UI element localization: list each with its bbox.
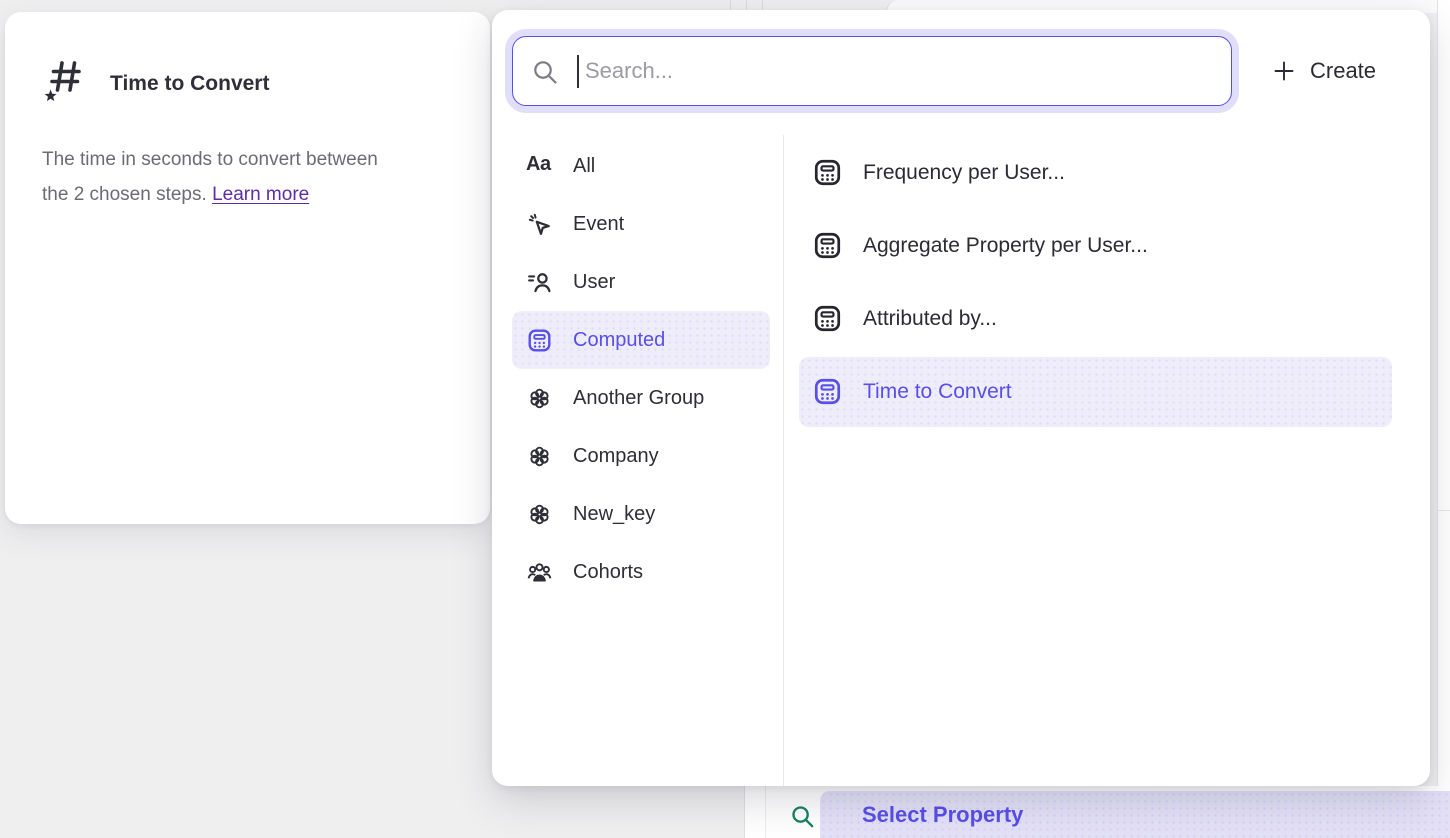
property-item-aggregate-property-per-user[interactable]: Aggregate Property per User... — [799, 209, 1392, 282]
property-list: Frequency per User... Aggregate Property … — [799, 136, 1392, 428]
category-item-label: User — [573, 271, 615, 294]
category-item-label: Cohorts — [573, 561, 643, 584]
plus-icon — [1272, 59, 1296, 83]
list-divider — [783, 135, 784, 786]
category-item-event[interactable]: Event — [512, 195, 770, 253]
category-item-label: New_key — [573, 503, 655, 526]
user-icon — [526, 269, 553, 296]
background-card-divider — [1437, 510, 1450, 511]
tooltip-title: Time to Convert — [110, 72, 269, 96]
category-item-cohorts[interactable]: Cohorts — [512, 543, 770, 601]
search-icon-green — [789, 803, 816, 830]
create-button[interactable]: Create — [1258, 48, 1390, 94]
numeric-hash-icon — [42, 54, 88, 104]
calculator-icon — [812, 230, 843, 261]
select-property-button[interactable]: Select Property — [820, 791, 1450, 838]
search-box — [512, 36, 1232, 106]
property-item-label: Attributed by... — [863, 307, 997, 331]
category-item-label: All — [573, 155, 595, 178]
property-item-label: Aggregate Property per User... — [863, 234, 1148, 258]
property-item-label: Frequency per User... — [863, 161, 1065, 185]
calculator-icon — [812, 157, 843, 188]
search-icon — [531, 58, 559, 86]
category-item-computed[interactable]: Computed — [512, 311, 770, 369]
category-item-all[interactable]: Aa All — [512, 137, 770, 195]
learn-more-link[interactable]: Learn more — [212, 184, 309, 205]
category-item-new-key[interactable]: New_key — [512, 485, 770, 543]
property-tooltip-card: Time to Convert The time in seconds to c… — [5, 12, 490, 524]
calculator-icon — [526, 327, 553, 354]
calculator-icon — [812, 376, 843, 407]
text-aa-icon: Aa — [526, 153, 553, 180]
category-item-label: Event — [573, 213, 624, 236]
select-property-label: Select Property — [862, 802, 1023, 828]
property-picker-dropdown: Create Aa All Event User Computed Another Gro… — [492, 10, 1430, 786]
category-item-label: Company — [573, 445, 659, 468]
category-item-label: Another Group — [573, 387, 704, 410]
create-button-label: Create — [1310, 58, 1376, 84]
group-icon — [526, 501, 553, 528]
category-item-company[interactable]: Company — [512, 427, 770, 485]
property-item-label: Time to Convert — [863, 380, 1012, 404]
property-item-frequency-per-user[interactable]: Frequency per User... — [799, 136, 1392, 209]
group-icon — [526, 443, 553, 470]
cohorts-icon — [526, 559, 553, 586]
background-card-right-edge — [1437, 0, 1450, 786]
category-list: Aa All Event User Computed Another Group Compa… — [512, 137, 770, 601]
event-click-icon — [526, 211, 553, 238]
group-icon — [526, 385, 553, 412]
category-item-user[interactable]: User — [512, 253, 770, 311]
category-item-another-group[interactable]: Another Group — [512, 369, 770, 427]
background-panel-border — [765, 786, 766, 838]
tooltip-description-line2: the 2 chosen steps. — [42, 184, 207, 205]
property-item-time-to-convert[interactable]: Time to Convert — [799, 357, 1392, 427]
search-input[interactable] — [577, 37, 1217, 105]
tooltip-description-line1: The time in seconds to convert between — [42, 149, 378, 170]
calculator-icon — [812, 303, 843, 334]
property-item-attributed-by[interactable]: Attributed by... — [799, 282, 1392, 355]
tooltip-description: The time in seconds to convert between t… — [42, 142, 442, 212]
category-item-label: Computed — [573, 329, 665, 352]
